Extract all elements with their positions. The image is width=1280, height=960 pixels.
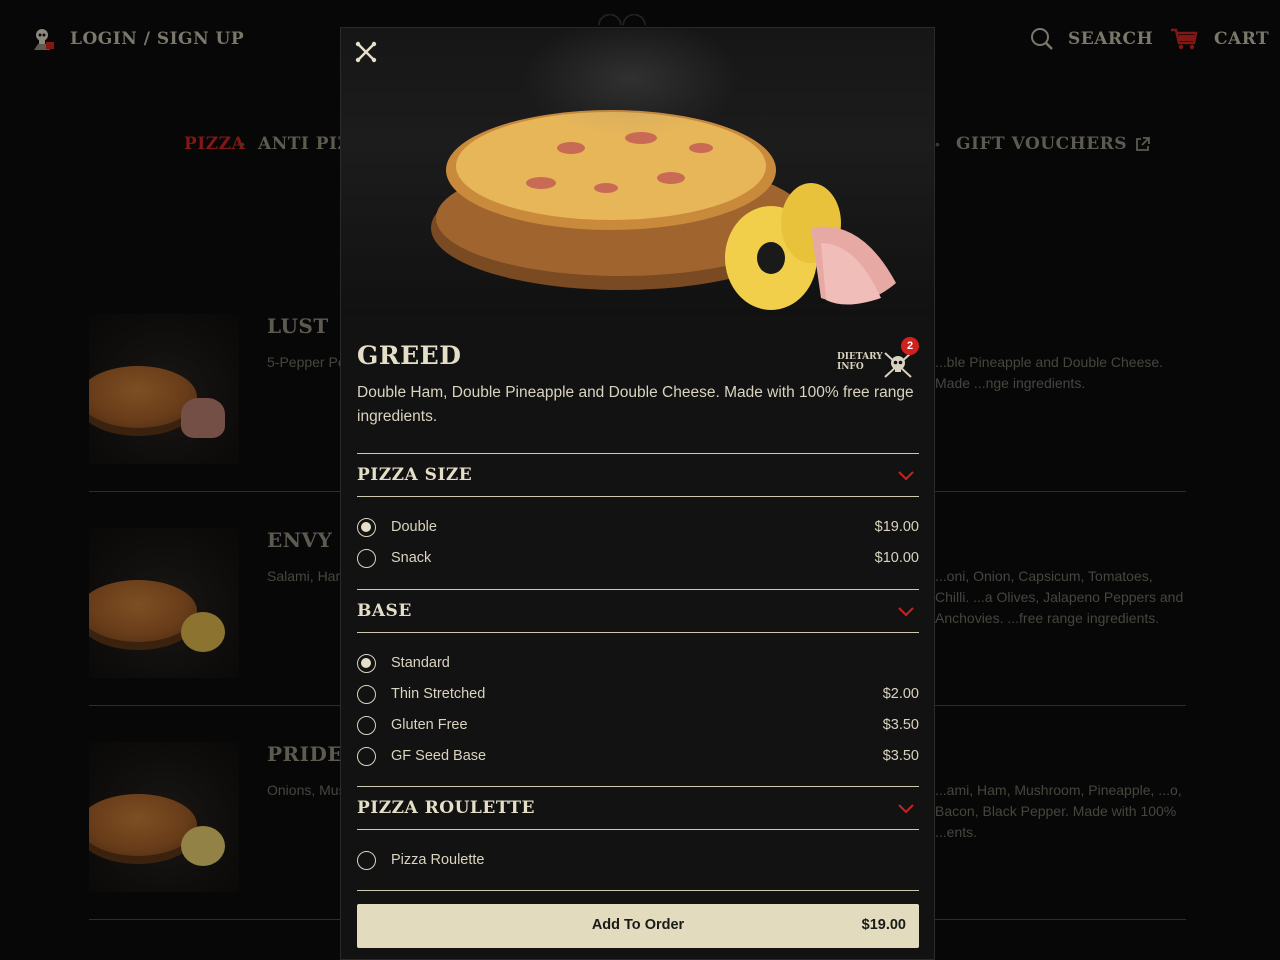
radio-button[interactable] xyxy=(357,654,376,673)
radio-button[interactable] xyxy=(357,716,376,735)
option-price: $3.50 xyxy=(882,748,919,764)
radio-button[interactable] xyxy=(357,747,376,766)
skull-crossbones-icon: 2 xyxy=(881,337,919,379)
close-button[interactable] xyxy=(353,39,379,65)
option-price: $10.00 xyxy=(874,550,919,566)
product-title: Greed xyxy=(357,341,462,370)
product-modal: Greed Dietary Info 2 Double Ham, Double … xyxy=(340,27,935,960)
option-label: Thin Stretched xyxy=(391,686,486,702)
option-double[interactable]: Double $19.00 xyxy=(357,512,919,543)
section-title: Pizza Size xyxy=(357,465,473,485)
radio-button[interactable] xyxy=(357,685,376,704)
footer-divider xyxy=(357,890,919,891)
section-header-pizza-roulette[interactable]: Pizza Roulette xyxy=(357,786,919,830)
chevron-down-icon xyxy=(898,471,914,481)
add-to-order-label: Add To Order xyxy=(591,917,685,933)
product-description: Double Ham, Double Pineapple and Double … xyxy=(357,384,914,425)
radio-button[interactable] xyxy=(357,851,376,870)
option-standard[interactable]: Standard xyxy=(357,648,919,679)
option-section-pizza-size: Pizza Size Double $19.00 Snack $10.00 xyxy=(357,453,919,574)
option-price: $2.00 xyxy=(882,686,919,702)
crossbones-close-icon xyxy=(355,41,377,63)
chevron-down-icon xyxy=(898,804,914,814)
option-label: GF Seed Base xyxy=(391,748,487,764)
add-to-order-button[interactable]: Add To Order $19.00 xyxy=(357,904,919,948)
product-image xyxy=(341,28,934,315)
section-header-pizza-size[interactable]: Pizza Size xyxy=(357,453,919,497)
option-section-pizza-roulette: Pizza Roulette Pizza Roulette xyxy=(357,786,919,876)
chevron-down-icon xyxy=(898,607,914,617)
option-section-base: Base Standard Thin Stretched $2.00 Glute… xyxy=(357,589,919,772)
option-label: Pizza Roulette xyxy=(391,852,485,868)
option-pizza-roulette[interactable]: Pizza Roulette xyxy=(357,845,919,876)
radio-button[interactable] xyxy=(357,549,376,568)
option-gf-seed-base[interactable]: GF Seed Base $3.50 xyxy=(357,741,919,772)
radio-button[interactable] xyxy=(357,518,376,537)
option-gluten-free[interactable]: Gluten Free $3.50 xyxy=(357,710,919,741)
section-header-base[interactable]: Base xyxy=(357,589,919,633)
option-label: Standard xyxy=(391,655,450,671)
dietary-info-button[interactable]: Dietary Info 2 xyxy=(837,337,919,379)
option-label: Snack xyxy=(391,550,432,566)
option-label: Gluten Free xyxy=(391,717,468,733)
option-thin-stretched[interactable]: Thin Stretched $2.00 xyxy=(357,679,919,710)
dietary-count-badge: 2 xyxy=(901,337,919,355)
add-to-order-price: $19.00 xyxy=(861,917,906,933)
option-price: $19.00 xyxy=(874,519,919,535)
option-label: Double xyxy=(391,519,437,535)
section-title: Base xyxy=(357,601,412,621)
option-price: $3.50 xyxy=(882,717,919,733)
option-snack[interactable]: Snack $10.00 xyxy=(357,543,919,574)
dietary-info-label: Dietary Info xyxy=(837,352,883,372)
section-title: Pizza Roulette xyxy=(357,798,535,818)
